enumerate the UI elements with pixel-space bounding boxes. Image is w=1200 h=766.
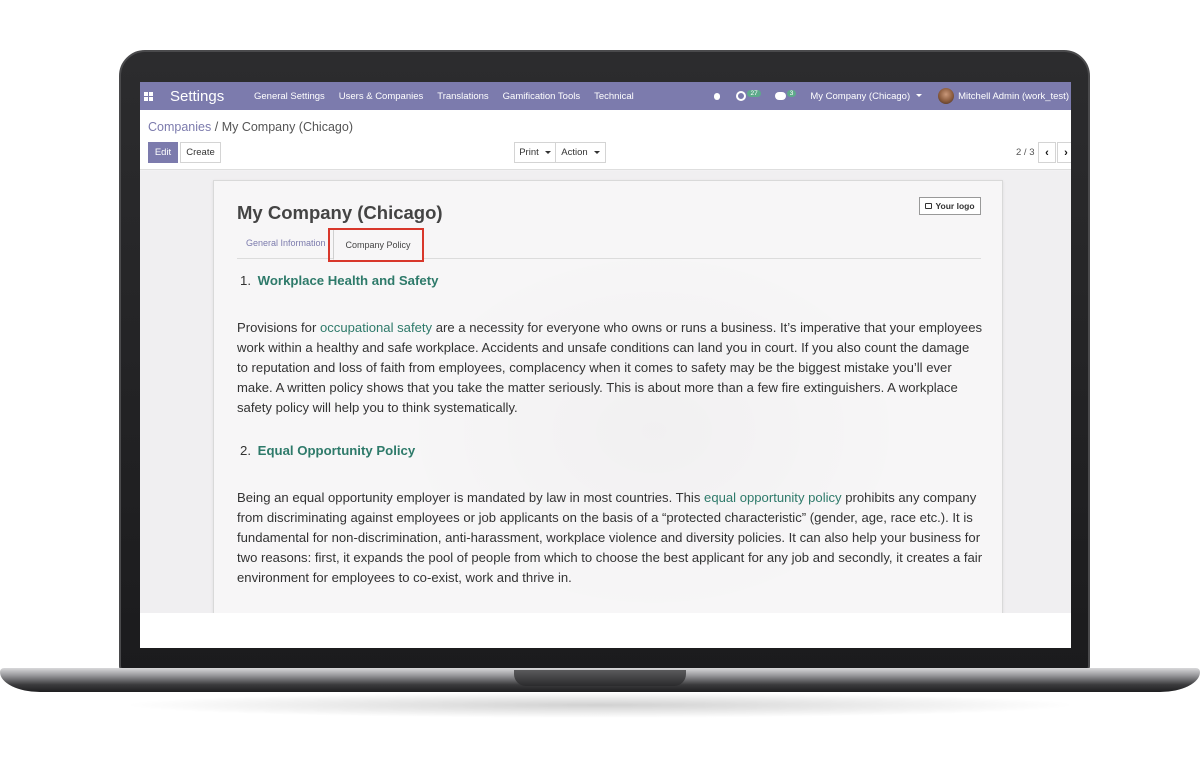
navbar-systray: 27 3 My Company (Chicago) Mitchell Admin…	[712, 82, 1069, 110]
laptop-notch	[514, 670, 686, 686]
messages-chat-icon[interactable]	[774, 92, 786, 100]
breadcrumb-separator: /	[214, 120, 219, 134]
policy-section-1-heading: 1. Workplace Health and Safety	[237, 273, 438, 288]
activity-count-badge: 27	[747, 89, 761, 97]
top-navbar: Settings General Settings Users & Compan…	[140, 82, 1071, 110]
section-number: 1.	[240, 273, 251, 288]
breadcrumb: Companies / My Company (Chicago)	[148, 120, 353, 134]
policy-section-1-text: Provisions for occupational safety are a…	[237, 318, 983, 418]
equal-opportunity-policy-link[interactable]: equal opportunity policy	[704, 490, 842, 505]
camera-icon	[925, 203, 933, 209]
app-title[interactable]: Settings	[170, 88, 254, 105]
user-menu[interactable]: Mitchell Admin (work_test)	[958, 91, 1069, 102]
chevron-left-icon: ‹	[1045, 146, 1049, 159]
tab-general-information[interactable]: General Information	[246, 238, 326, 248]
chevron-right-icon: ›	[1064, 146, 1068, 159]
your-logo-button[interactable]: Your logo	[919, 197, 981, 215]
create-button[interactable]: Create	[180, 142, 221, 163]
section-title: Equal Opportunity Policy	[257, 443, 416, 458]
breadcrumb-current: My Company (Chicago)	[221, 120, 353, 134]
edit-button[interactable]: Edit	[148, 142, 178, 163]
laptop-shadow	[120, 692, 1080, 718]
paragraph-text: Provisions for	[237, 320, 320, 335]
breadcrumb-companies-link[interactable]: Companies	[148, 120, 211, 134]
activity-clock-icon[interactable]	[736, 91, 747, 101]
menu-technical[interactable]: Technical	[594, 91, 634, 102]
occupational-safety-link[interactable]: occupational safety	[320, 320, 432, 335]
company-name-title: My Company (Chicago)	[237, 202, 443, 223]
message-count-badge: 3	[786, 89, 797, 97]
control-panel: Companies / My Company (Chicago) Edit Cr…	[140, 110, 1071, 170]
menu-translations[interactable]: Translations	[437, 91, 488, 102]
user-avatar[interactable]	[938, 88, 955, 104]
pager-value[interactable]: 2 / 3	[1016, 147, 1035, 158]
your-logo-label: Your logo	[935, 201, 975, 211]
chevron-down-icon	[593, 151, 600, 154]
action-dropdown-button[interactable]: Action	[555, 142, 606, 163]
apps-menu-icon[interactable]	[144, 91, 160, 101]
menu-users-companies[interactable]: Users & Companies	[339, 91, 423, 102]
screen: Settings General Settings Users & Compan…	[140, 82, 1071, 648]
form-sheet: My Company (Chicago) Your logo General I…	[213, 180, 1003, 621]
pager-next-button[interactable]: ›	[1057, 142, 1071, 163]
menu-general-settings[interactable]: General Settings	[254, 91, 325, 102]
tab-highlight-box	[328, 228, 424, 262]
section-title: Workplace Health and Safety	[257, 273, 439, 288]
policy-section-2-text: Being an equal opportunity employer is m…	[237, 488, 983, 588]
print-label: Print	[519, 147, 539, 158]
debug-bug-icon[interactable]	[712, 91, 722, 101]
action-label: Action	[561, 147, 588, 158]
chevron-down-icon	[544, 151, 551, 154]
print-dropdown-button[interactable]: Print	[514, 142, 556, 163]
main-menu: General Settings Users & Companies Trans…	[254, 91, 638, 102]
pager-previous-button[interactable]: ‹	[1038, 142, 1056, 163]
company-switcher-label: My Company (Chicago)	[810, 90, 911, 102]
menu-gamification-tools[interactable]: Gamification Tools	[503, 91, 580, 102]
screen-bottom-area	[140, 613, 1071, 648]
section-number: 2.	[240, 443, 251, 458]
paragraph-text: Being an equal opportunity employer is m…	[237, 490, 705, 505]
company-switcher[interactable]: My Company (Chicago)	[810, 90, 923, 102]
chevron-down-icon	[916, 94, 923, 98]
policy-section-2-heading: 2. Equal Opportunity Policy	[237, 443, 415, 458]
